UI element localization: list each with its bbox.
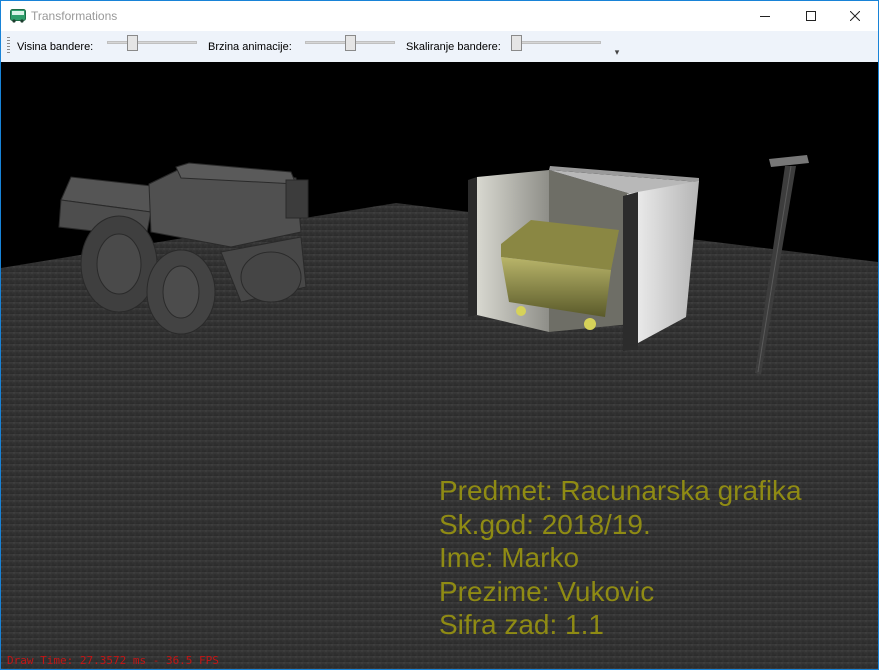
- pole-height-slider[interactable]: [107, 35, 197, 55]
- minimize-button[interactable]: [742, 1, 788, 31]
- title-bar[interactable]: Transformations: [1, 1, 878, 31]
- bus-icon: [10, 9, 26, 23]
- info-line-first-name: Ime: Marko: [439, 542, 580, 573]
- slider-track: [511, 41, 601, 44]
- toolbar-overflow-chevron-icon[interactable]: ▾: [611, 45, 623, 59]
- info-line-school-year: Sk.god: 2018/19.: [439, 508, 651, 540]
- toolbar-grip[interactable]: [7, 37, 10, 55]
- close-button[interactable]: [832, 1, 878, 31]
- info-line-subject: Predmet: Racunarska grafika: [439, 475, 802, 506]
- toolbar: Visina bandere: Brzina animacije: Skalir…: [1, 31, 878, 63]
- info-line-task-code: Sifra zad: 1.1: [439, 609, 604, 640]
- maximize-button[interactable]: [788, 1, 834, 31]
- app-window: Transformations Visina bandere: Brzina a…: [0, 0, 879, 670]
- pole-scale-label: Skaliranje bandere:: [406, 41, 501, 53]
- slider-track: [107, 41, 197, 44]
- info-line-last-name: Prezime: Vukovic: [439, 575, 655, 607]
- animation-speed-slider[interactable]: [305, 35, 395, 55]
- window-title: Transformations: [31, 9, 118, 23]
- slider-thumb[interactable]: [345, 35, 356, 51]
- opengl-viewport[interactable]: Predmet: Racunarska grafika Sk.god: 2018…: [1, 62, 878, 669]
- slider-thumb[interactable]: [127, 35, 138, 51]
- draw-time-status: Draw Time: 27.3572 ms - 36.5 FPS: [7, 654, 219, 667]
- slider-thumb[interactable]: [511, 35, 522, 51]
- info-text-block: Predmet: Racunarska grafika Sk.god: 2018…: [439, 474, 802, 642]
- pole-height-label: Visina bandere:: [17, 41, 94, 53]
- pole-scale-slider[interactable]: [511, 35, 601, 55]
- animation-speed-label: Brzina animacije:: [208, 41, 292, 53]
